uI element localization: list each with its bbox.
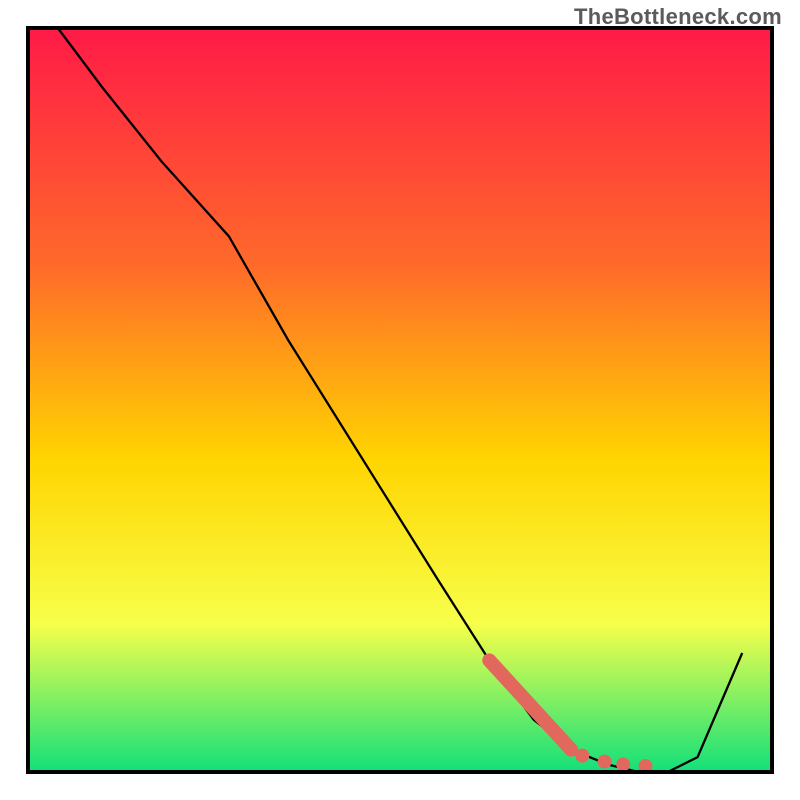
dot-1 [575,749,589,763]
dot-2 [598,755,612,769]
plot-background [28,28,772,772]
watermark-label: TheBottleneck.com [574,4,782,30]
dot-3 [616,758,630,772]
chart-svg [0,0,800,800]
chart-canvas: TheBottleneck.com [0,0,800,800]
